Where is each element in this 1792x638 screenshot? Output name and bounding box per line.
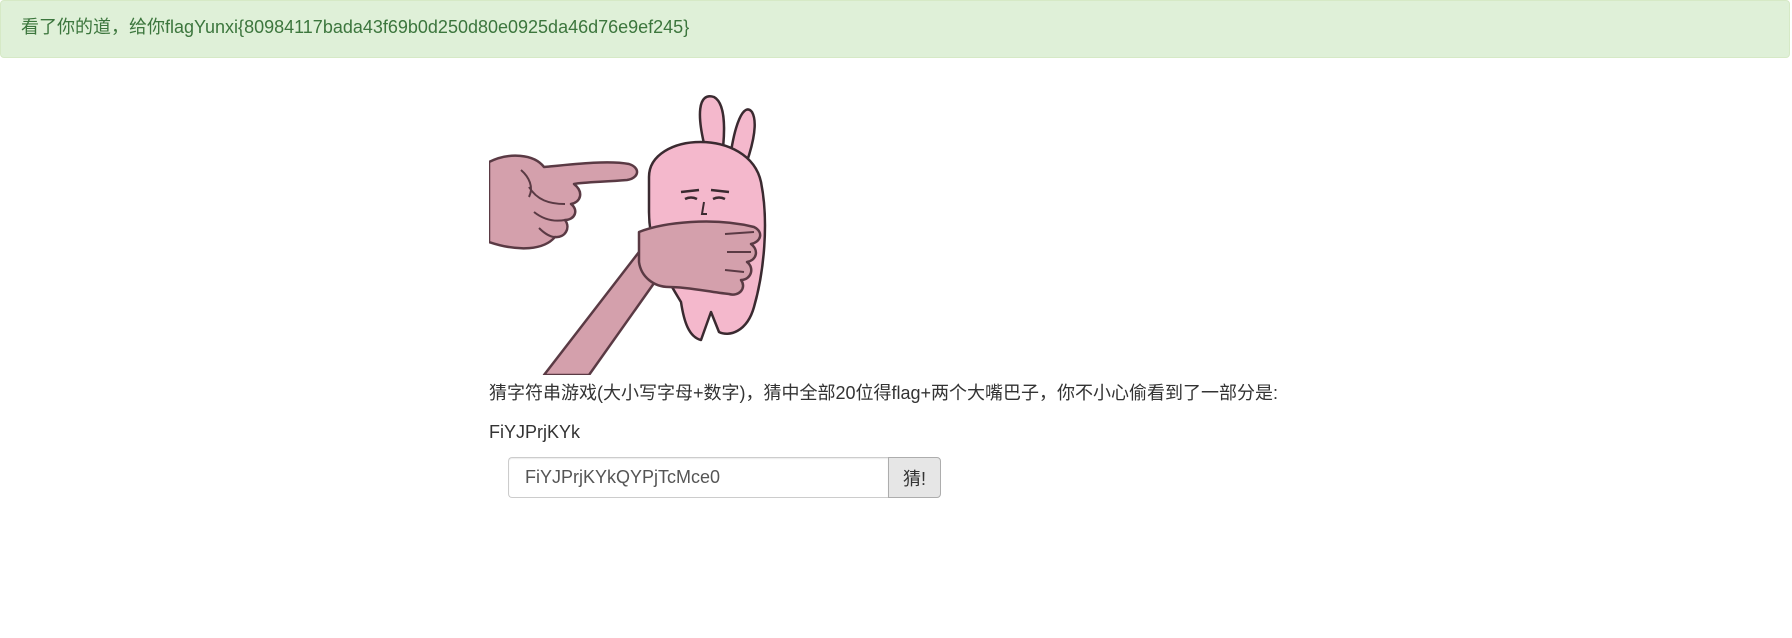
partial-flag-hint: FiYJPrjKYk — [489, 422, 581, 442]
meme-image — [489, 92, 769, 375]
game-instructions: 猜字符串游戏(大小写字母+数字)，猜中全部20位得flag+两个大嘴巴子，你不小… — [489, 383, 1279, 403]
alert-message: 看了你的道，给你flagYunxi{80984117bada43f69b0d25… — [21, 17, 690, 37]
guess-form: 猜! — [508, 457, 941, 498]
guess-button[interactable]: 猜! — [888, 457, 941, 498]
pointing-rabbit-illustration — [489, 95, 767, 375]
guess-input[interactable] — [508, 457, 888, 498]
success-alert: 看了你的道，给你flagYunxi{80984117bada43f69b0d25… — [0, 0, 1790, 58]
